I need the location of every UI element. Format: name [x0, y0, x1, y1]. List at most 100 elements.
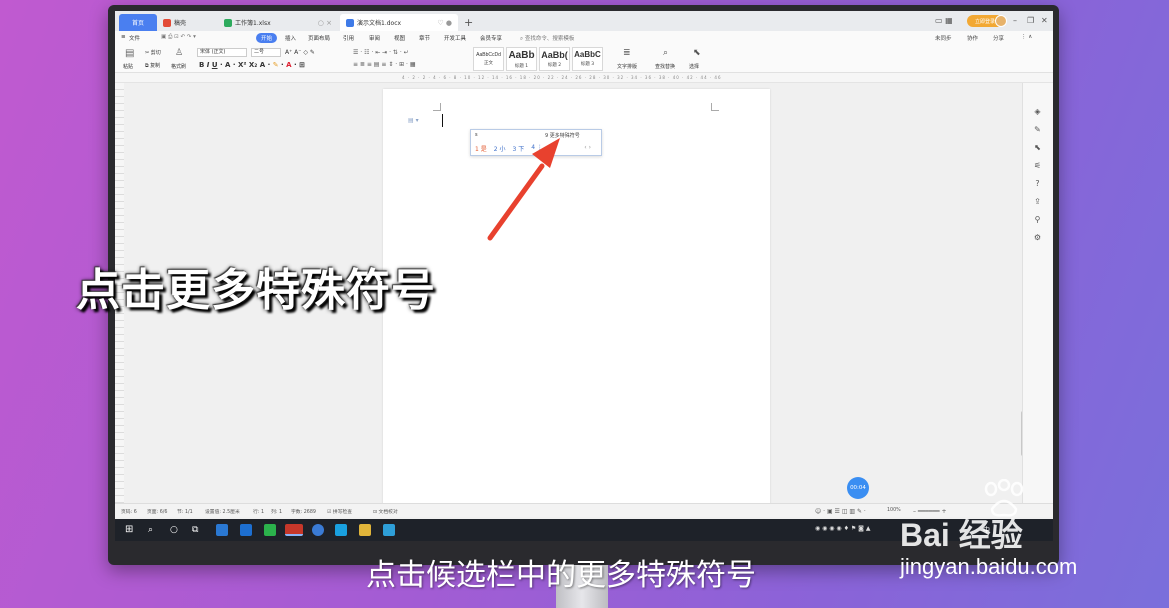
style-icon[interactable]: ◈ [1033, 107, 1042, 116]
recording-timer: 00:04 [847, 477, 869, 499]
text-layout-label[interactable]: 文字排版 [617, 63, 637, 70]
app-icon[interactable] [383, 524, 395, 536]
margin-mark [711, 103, 719, 111]
folder-icon[interactable] [359, 524, 371, 536]
style-normal[interactable]: AaBbCcDd 正文 [473, 47, 504, 71]
font-format-icons[interactable]: B I U · A · X² X₂ A · ✎ · A · ⊞ [199, 61, 305, 69]
status-col: 列: 1 [271, 510, 282, 515]
style-heading2[interactable]: AaBb(标题 2 [539, 47, 570, 71]
view-mode-icons[interactable]: ☺ · ▣ ☰ ◫ ▥ ✎ · [815, 508, 866, 515]
avatar[interactable] [995, 15, 1007, 27]
text-cursor [442, 114, 443, 127]
menu-review[interactable]: 审阅 [369, 34, 380, 42]
style-heading3[interactable]: AaBbC 标题 3 [572, 47, 603, 71]
task-view-icon[interactable]: ⧉ [192, 524, 204, 536]
menu-icon[interactable]: ≡ [121, 34, 126, 40]
command-search[interactable]: ⌕ 查找命令、搜索模板 [520, 34, 574, 43]
status-proofread[interactable]: ⊡ 文档校对 [373, 508, 398, 515]
menu-insert[interactable]: 插入 [285, 34, 296, 42]
menu-layout[interactable]: 页面布局 [308, 34, 330, 42]
tool-icon[interactable]: ⚙ [1033, 233, 1042, 242]
status-setting: 设置值: 2.5厘米 [205, 510, 240, 515]
collaborate-button[interactable]: 协作 [967, 34, 978, 42]
ime-page-arrows[interactable]: ‹ › [584, 144, 591, 151]
list-icons[interactable]: ☰ · ☷ · ⇤ ⇥ · ⇅ · ↵ [353, 49, 409, 56]
restore-icon[interactable]: ❐ [1027, 16, 1034, 25]
menu-reference[interactable]: 引用 [343, 34, 354, 42]
app-icon[interactable] [335, 524, 347, 536]
font-size-adjust-icons[interactable]: A⁺ A⁻ ◇ ✎ [285, 49, 315, 56]
paste-option-icon[interactable]: ▤ ▾ [408, 117, 419, 124]
status-section: 节: 1/1 [177, 510, 193, 515]
tab-home[interactable]: 首页 [119, 14, 157, 31]
paste-icon[interactable]: ▤ [125, 48, 134, 59]
more-icon[interactable]: ⋮ ∧ [1021, 34, 1032, 40]
paste-label[interactable]: 粘贴 [123, 63, 133, 70]
cursor-icon[interactable]: ⬉ [1033, 143, 1042, 152]
close-icon[interactable]: ♡ ● [437, 19, 452, 27]
font-size-select[interactable]: 二号 [251, 48, 281, 57]
menu-view[interactable]: 视图 [394, 34, 405, 42]
style-heading1[interactable]: AaBb 标题 1 [506, 47, 537, 71]
baidu-watermark-url: jingyan.baidu.com [900, 554, 1078, 579]
tab-sheet-label: 工作簿1.xlsx [235, 20, 271, 27]
tab-draft-label: 稿壳 [174, 20, 187, 27]
share-icon[interactable]: ⇪ [1033, 197, 1042, 206]
sync-status[interactable]: 未同步 [935, 34, 952, 42]
video-caption: 点击更多特殊符号 [76, 265, 436, 316]
close-icon[interactable]: ○ × [318, 19, 332, 27]
location-icon[interactable]: ⚲ [1033, 215, 1042, 224]
quick-access-icons[interactable]: ▣ ⎙ ⊡ ↶ ↷ ▾ [161, 34, 196, 41]
edge-icon[interactable] [240, 524, 252, 536]
style-heading1-name: 标题 1 [514, 64, 529, 69]
settings-icon[interactable]: ⚟ [1033, 161, 1042, 170]
status-word-count[interactable]: 字数: 2689 [291, 508, 316, 515]
help-icon[interactable]: ? [1033, 179, 1042, 188]
wechat-icon[interactable] [264, 524, 276, 536]
minimize-icon[interactable]: – [1013, 16, 1017, 25]
menu-devtools[interactable]: 开发工具 [444, 34, 466, 42]
menu-bar: ≡ 文件 ▣ ⎙ ⊡ ↶ ↷ ▾ 开始 插入 页面布局 引用 审阅 视图 章节 … [115, 31, 1053, 45]
pen-icon[interactable]: ✎ [1033, 125, 1042, 134]
baidu-watermark-brand: Bai 经验 [900, 517, 1023, 553]
tab-spreadsheet[interactable]: 工作簿1.xlsx ○ × [218, 14, 338, 31]
windows-start-icon[interactable]: ⊞ [125, 524, 137, 536]
new-tab-button[interactable]: + [462, 14, 476, 31]
select-label[interactable]: 选择 [689, 63, 699, 70]
app-icon[interactable] [312, 524, 324, 536]
menu-file[interactable]: 文件 [129, 34, 140, 42]
find-icon[interactable]: ⌕ [663, 48, 668, 58]
format-painter-icon[interactable]: ♙ [175, 48, 183, 58]
browser-icon[interactable] [216, 524, 228, 536]
proofread-label: 文档校对 [378, 510, 398, 515]
document-page[interactable]: ▤ ▾ s 9 更多特殊符号 1 是 2 小 3 下 4 ⋮ ‹ › [383, 89, 770, 509]
share-button[interactable]: 分享 [993, 34, 1004, 42]
alignment-icons[interactable]: ≡ ≣ ≡ ▤ ≡ ⇕ · ⊞ · ▦ [353, 61, 415, 68]
format-painter-label[interactable]: 格式刷 [171, 63, 186, 70]
status-spell-check[interactable]: ☑ 拼写检查 [327, 508, 352, 515]
find-replace-label[interactable]: 查找替换 [655, 63, 675, 70]
tab-home-label: 首页 [131, 20, 144, 27]
zoom-level[interactable]: 100% [887, 508, 901, 513]
cortana-icon[interactable]: ○ [170, 524, 182, 536]
ruler-numbers: 4 · 2 · 2 · 4 · 6 · 8 · 10 · 12 · 14 · 1… [402, 75, 722, 80]
menu-chapter[interactable]: 章节 [419, 34, 430, 42]
text-layout-icon[interactable]: ≣ [623, 48, 631, 58]
tab-draft[interactable]: 稿壳 [157, 14, 217, 31]
select-icon[interactable]: ⬉ [693, 48, 701, 58]
cut-button[interactable]: ✂ 剪切 [145, 49, 161, 56]
status-pages[interactable]: 页面: 6/6 [147, 508, 167, 515]
search-icon[interactable]: ⌕ [148, 524, 160, 536]
tray-icons[interactable]: ◉ ◉ ◉ ◉ ♦ ⚑ ◙ ▲ [815, 525, 871, 532]
menu-home[interactable]: 开始 [256, 33, 278, 43]
layout-icon[interactable]: ▭ ▦ [935, 16, 953, 25]
font-name-select[interactable]: 宋体 (正文) [197, 48, 247, 57]
close-window-icon[interactable]: ✕ [1041, 16, 1048, 25]
copy-label: 复制 [150, 63, 161, 69]
tab-document[interactable]: 演示文档1.docx ♡ ● [340, 14, 458, 31]
copy-button[interactable]: ⧉ 复制 [145, 62, 160, 69]
status-row: 行: 1 [253, 510, 264, 515]
status-page-number: 页码: 6 [121, 510, 137, 515]
menu-member[interactable]: 会员专享 [480, 34, 502, 42]
wps-icon[interactable] [285, 524, 303, 536]
